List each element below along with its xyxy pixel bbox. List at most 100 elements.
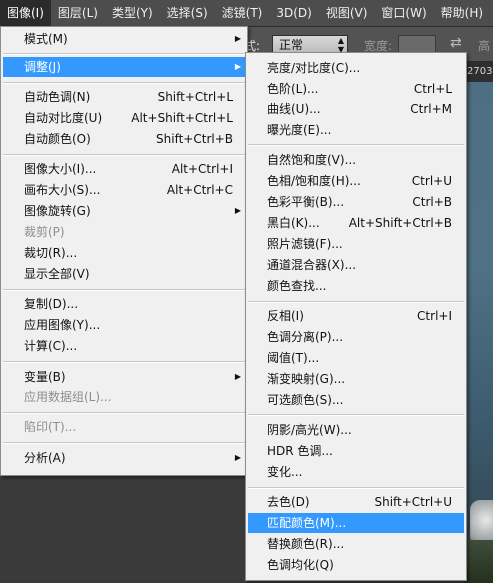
menu-item-color-lookup[interactable]: 颜色查找... [248,276,464,296]
menu-item-selective-color[interactable]: 可选颜色(S)... [248,390,464,410]
mode-select[interactable]: 正常 ▲ ▼ [272,35,348,54]
separator [3,442,245,444]
separator [248,487,464,489]
menu-item-auto-tone[interactable]: 自动色调(N) Shift+Ctrl+L [3,87,245,107]
menu-item-auto-contrast[interactable]: 自动对比度(U) Alt+Shift+Ctrl+L [3,108,245,128]
menu-item-shortcut: Alt+Shift+Ctrl+L [131,111,233,125]
menu-item-label: 可选颜色(S)... [267,393,344,407]
submenu-arrow-icon: ▶ [234,372,241,381]
menu-item-curves[interactable]: 曲线(U)... Ctrl+M [248,99,464,119]
menu-item-levels[interactable]: 色阶(L)... Ctrl+L [248,79,464,99]
menubar-filter[interactable]: 滤镜(T) [215,0,270,26]
menu-item-shortcut: Ctrl+I [417,309,452,323]
menu-item-image-rotation[interactable]: 图像旋转(G) ▶ [3,201,245,221]
menu-item-reveal-all[interactable]: 显示全部(V) [3,264,245,284]
menu-item-label: 亮度/对比度(C)... [267,61,361,75]
menu-item-label: 曲线(U)... [267,102,321,116]
menubar-3d[interactable]: 3D(D) [269,0,318,26]
document-tab[interactable]: 2703 [465,62,493,82]
menu-item-adjustments[interactable]: 调整(J) ▶ [3,57,245,77]
menu-item-canvas-size[interactable]: 画布大小(S)... Alt+Ctrl+C [3,180,245,200]
menu-item-black-white[interactable]: 黑白(K)... Alt+Shift+Ctrl+B [248,213,464,233]
menu-item-shortcut: Ctrl+U [411,174,452,188]
menubar-select[interactable]: 选择(S) [160,0,215,26]
menu-item-gradient-map[interactable]: 渐变映射(G)... [248,369,464,389]
menu-item-auto-color[interactable]: 自动颜色(O) Shift+Ctrl+B [3,129,245,149]
menubar-help[interactable]: 帮助(H) [434,0,490,26]
menu-item-hdr-toning[interactable]: HDR 色调... [248,441,464,461]
menu-item-crop[interactable]: 裁剪(P) [3,222,245,242]
menu-item-label: 曝光度(E)... [267,123,332,137]
menu-item-shortcut: Ctrl+M [410,102,452,116]
menu-item-equalize[interactable]: 色调均化(Q) [248,555,464,575]
width-field[interactable] [398,35,436,53]
separator [3,289,245,291]
menu-item-replace-color[interactable]: 替换颜色(R)... [248,534,464,554]
menu-item-duplicate[interactable]: 复制(D)... [3,294,245,314]
menu-item-label: 调整(J) [24,60,61,74]
menu-item-hue-saturation[interactable]: 色相/饱和度(H)... Ctrl+U [248,171,464,191]
menu-item-label: 裁切(R)... [24,246,78,260]
menu-item-mode[interactable]: 模式(M) ▶ [3,29,245,49]
menu-item-label: 计算(C)... [24,339,78,353]
menu-item-label: 替换颜色(R)... [267,537,345,551]
menu-item-shortcut: Ctrl+L [413,82,452,96]
menu-item-vibrance[interactable]: 自然饱和度(V)... [248,150,464,170]
menubar-window[interactable]: 窗口(W) [374,0,433,26]
menu-item-trim[interactable]: 裁切(R)... [3,243,245,263]
menu-item-color-balance[interactable]: 色彩平衡(B)... Ctrl+B [248,192,464,212]
menu-item-label: 裁剪(P) [24,225,65,239]
menu-item-image-size[interactable]: 图像大小(I)... Alt+Ctrl+I [3,159,245,179]
menu-item-desaturate[interactable]: 去色(D) Shift+Ctrl+U [248,492,464,512]
menu-item-calculations[interactable]: 计算(C)... [3,336,245,356]
menu-item-label: 图像大小(I)... [24,162,97,176]
separator [248,144,464,146]
menu-item-posterize[interactable]: 色调分离(P)... [248,327,464,347]
menu-item-apply-data-set[interactable]: 应用数据组(L)... [3,387,245,407]
menu-item-label: 阈值(T)... [267,351,320,365]
menu-item-trap[interactable]: 陷印(T)... [3,417,245,437]
menu-item-label: 色调均化(Q) [267,558,334,572]
submenu-arrow-icon: ▶ [234,62,241,71]
menu-item-shadows-highlights[interactable]: 阴影/高光(W)... [248,420,464,440]
menu-item-label: 黑白(K)... [267,216,320,230]
menu-item-analysis[interactable]: 分析(A) ▶ [3,448,245,468]
menu-item-brightness-contrast[interactable]: 亮度/对比度(C)... [248,58,464,78]
menu-item-label: 照片滤镜(F)... [267,237,343,251]
swap-icon[interactable]: ⇄ [450,35,462,51]
menu-item-variables[interactable]: 变量(B) ▶ [3,367,245,387]
menu-item-match-color[interactable]: 匹配颜色(M)... [248,513,464,533]
menu-item-variations[interactable]: 变化... [248,462,464,482]
menu-item-label: 颜色查找... [267,279,327,293]
menubar-type[interactable]: 类型(Y) [105,0,160,26]
menu-item-label: 变化... [267,465,303,479]
menu-item-channel-mixer[interactable]: 通道混合器(X)... [248,255,464,275]
menu-item-label: 图像旋转(G) [24,204,91,218]
submenu-arrow-icon: ▶ [234,453,241,462]
menu-item-invert[interactable]: 反相(I) Ctrl+I [248,306,464,326]
menu-item-label: 阴影/高光(W)... [267,423,352,437]
separator [248,301,464,303]
menu-item-shortcut: Ctrl+B [412,195,452,209]
menu-item-label: 自动色调(N) [24,90,91,104]
menubar-view[interactable]: 视图(V) [319,0,375,26]
menu-item-apply-image[interactable]: 应用图像(Y)... [3,315,245,335]
menu-item-label: 应用数据组(L)... [24,390,112,404]
separator [3,154,245,156]
separator [3,412,245,414]
menu-item-label: HDR 色调... [267,444,333,458]
menu-item-photo-filter[interactable]: 照片滤镜(F)... [248,234,464,254]
menubar-image[interactable]: 图像(I) [0,0,51,26]
menu-item-label: 画布大小(S)... [24,183,101,197]
menu-item-threshold[interactable]: 阈值(T)... [248,348,464,368]
menu-item-shortcut: Alt+Shift+Ctrl+B [348,216,452,230]
submenu-arrow-icon: ▶ [234,206,241,215]
menu-item-label: 复制(D)... [24,297,79,311]
separator [248,414,464,416]
menubar: 图像(I) 图层(L) 类型(Y) 选择(S) 滤镜(T) 3D(D) 视图(V… [0,0,493,27]
menu-item-label: 应用图像(Y)... [24,318,101,332]
menu-item-label: 自然饱和度(V)... [267,153,357,167]
menu-item-exposure[interactable]: 曝光度(E)... [248,120,464,140]
adjustments-submenu: 亮度/对比度(C)... 色阶(L)... Ctrl+L 曲线(U)... Ct… [245,52,467,581]
menubar-layer[interactable]: 图层(L) [51,0,105,26]
